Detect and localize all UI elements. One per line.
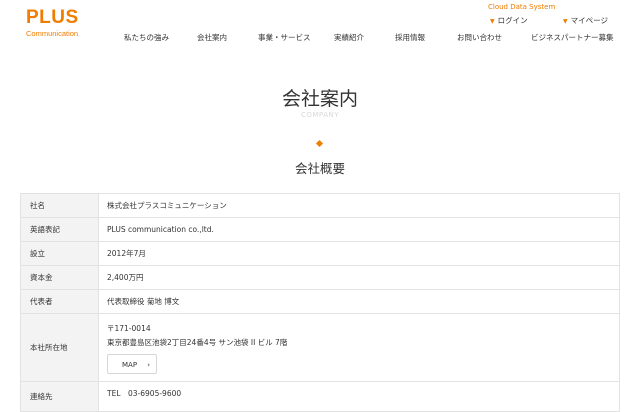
nav-item-company[interactable]: 会社案内 [197, 32, 227, 43]
nav-item-partner[interactable]: ビジネスパートナー募集 [531, 32, 614, 43]
row-label: 英語表記 [20, 217, 99, 242]
phone-number[interactable]: TEL 03-6905-9600 [107, 389, 181, 398]
site-header: PLUS Communication Cloud Data System ▼ ログ… [0, 0, 640, 50]
table-row: 社名 株式会社プラスコミュニケーション [20, 193, 620, 218]
table-row: 代表者 代表取締役 菊地 博文 [20, 289, 620, 314]
row-value: 2012年7月 [98, 241, 620, 266]
page-subtitle: COMPANY [300, 111, 339, 119]
table-row-address: 本社所在地 〒171-0014 東京都豊島区池袋2丁目24番4号 サン池袋 II… [20, 313, 620, 382]
row-label: 社名 [20, 193, 99, 218]
page-title: 会社案内 [281, 88, 358, 110]
row-value: 2,400万円 [98, 265, 620, 290]
map-button[interactable]: MAP › [107, 353, 157, 374]
chevron-right-icon: › [147, 360, 150, 369]
table-row: 英語表記 PLUS communication co.,ltd. [20, 217, 620, 242]
row-label: 連絡先 [20, 381, 99, 412]
chevron-down-icon: ▼ [563, 18, 568, 25]
row-label: 代表者 [20, 289, 99, 314]
postal-code: 〒171-0014 [107, 323, 151, 333]
cloud-data-system-link[interactable]: Cloud Data System [488, 3, 555, 11]
table-row-contact: 連絡先 TEL 03-6905-9600 [20, 381, 620, 412]
login-label: ログイン [497, 16, 528, 25]
row-label: 資本金 [20, 265, 99, 290]
logo-wordmark: PLUS [26, 7, 79, 28]
row-label: 設立 [20, 241, 99, 266]
chevron-down-icon: ▼ [490, 18, 495, 25]
map-button-label: MAP [122, 360, 138, 369]
address-cell: 〒171-0014 東京都豊島区池袋2丁目24番4号 サン池袋 II ビル 7階… [98, 313, 620, 382]
contact-cell: TEL 03-6905-9600 [98, 381, 620, 412]
diamond-ornament-icon [315, 139, 324, 148]
mypage-label: マイページ [570, 16, 608, 25]
row-value: 代表取締役 菊地 博文 [98, 289, 620, 314]
row-label: 本社所在地 [20, 313, 99, 382]
login-link[interactable]: ▼ ログイン [490, 15, 528, 26]
nav-item-recruit[interactable]: 採用情報 [395, 32, 425, 43]
nav-item-services[interactable]: 事業・サービス [258, 32, 311, 43]
global-nav: 私たちの強み 会社案内 事業・サービス 実績紹介 採用情報 お問い合わせ ビジネ… [0, 32, 640, 44]
section-title: 会社概要 [294, 161, 345, 176]
nav-item-works[interactable]: 実績紹介 [334, 32, 364, 43]
table-row: 設立 2012年7月 [20, 241, 620, 266]
nav-item-contact[interactable]: お問い合わせ [457, 32, 502, 43]
mypage-link[interactable]: ▼ マイページ [563, 15, 608, 26]
street-address: 東京都豊島区池袋2丁目24番4号 サン池袋 II ビル 7階 [107, 337, 288, 347]
company-overview-table: 社名 株式会社プラスコミュニケーション 英語表記 PLUS communicat… [20, 193, 620, 412]
nav-item-strengths[interactable]: 私たちの強み [124, 32, 169, 43]
table-row: 資本金 2,400万円 [20, 265, 620, 290]
row-value: PLUS communication co.,ltd. [98, 217, 620, 242]
row-value: 株式会社プラスコミュニケーション [98, 193, 620, 218]
